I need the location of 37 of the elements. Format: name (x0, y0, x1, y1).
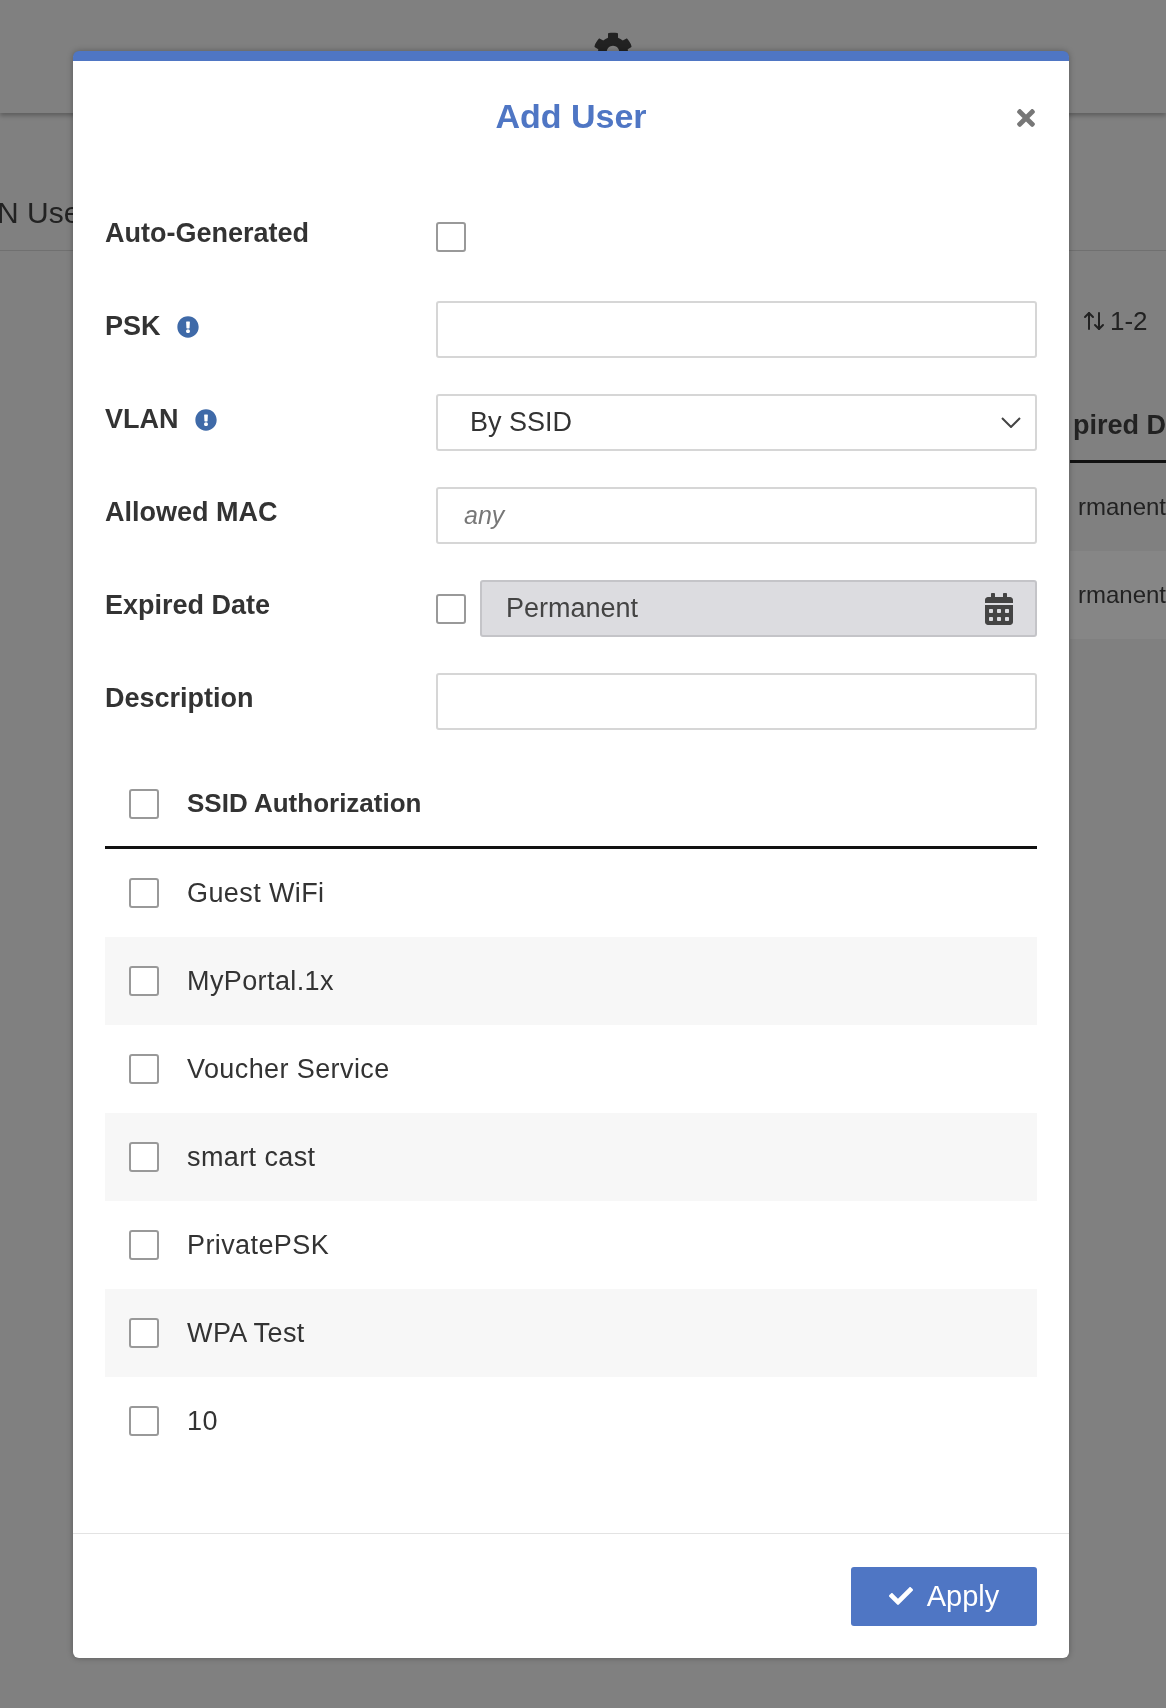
dropdown[interactable]: By SSID (436, 394, 1037, 451)
ssid-name: WPA Test (187, 1317, 305, 1349)
checkbox[interactable] (436, 221, 466, 252)
checkbox[interactable] (129, 1406, 159, 1436)
checkbox[interactable] (129, 1230, 159, 1260)
checkbox[interactable] (129, 966, 159, 996)
ssid-name: Voucher Service (187, 1053, 390, 1085)
checkbox[interactable] (129, 878, 159, 908)
field-label: Auto-Generated (105, 218, 310, 249)
field-label: PSK (105, 311, 161, 342)
ssid-name: PrivatePSK (187, 1229, 330, 1261)
ssid-name: 10 (187, 1405, 218, 1437)
field-label: Allowed MAC (105, 497, 278, 528)
apply-button[interactable]: Apply (851, 1566, 1037, 1626)
sort-icon[interactable] (1082, 309, 1106, 333)
calendar-icon (983, 592, 1015, 625)
field-label: Description (105, 683, 254, 714)
field-label: Expired Date (105, 590, 271, 621)
ssid-name: MyPortal.1x (187, 965, 334, 997)
checkbox[interactable] (129, 1054, 159, 1084)
column-header: pired D (1073, 410, 1166, 441)
text-field[interactable]: any (436, 487, 1037, 544)
field-label: VLAN (105, 404, 179, 435)
checkbox[interactable] (129, 1142, 159, 1172)
table-cell: rmanent (1077, 581, 1166, 609)
checkbox[interactable] (129, 788, 159, 819)
ssid-name: Guest WiFi (187, 877, 325, 909)
checkbox[interactable] (129, 1318, 159, 1348)
column-header: SSID Authorization (187, 788, 422, 819)
table-cell: rmanent (1077, 493, 1166, 521)
text-field[interactable] (436, 301, 1037, 358)
ssid-name: smart cast (187, 1141, 316, 1173)
text-field[interactable] (436, 673, 1037, 730)
chevron-down-icon (1001, 417, 1021, 428)
pagination-text: 1-2 (1110, 305, 1148, 337)
dialog-title: Add User (495, 96, 647, 137)
checkmark-icon (888, 1584, 913, 1608)
